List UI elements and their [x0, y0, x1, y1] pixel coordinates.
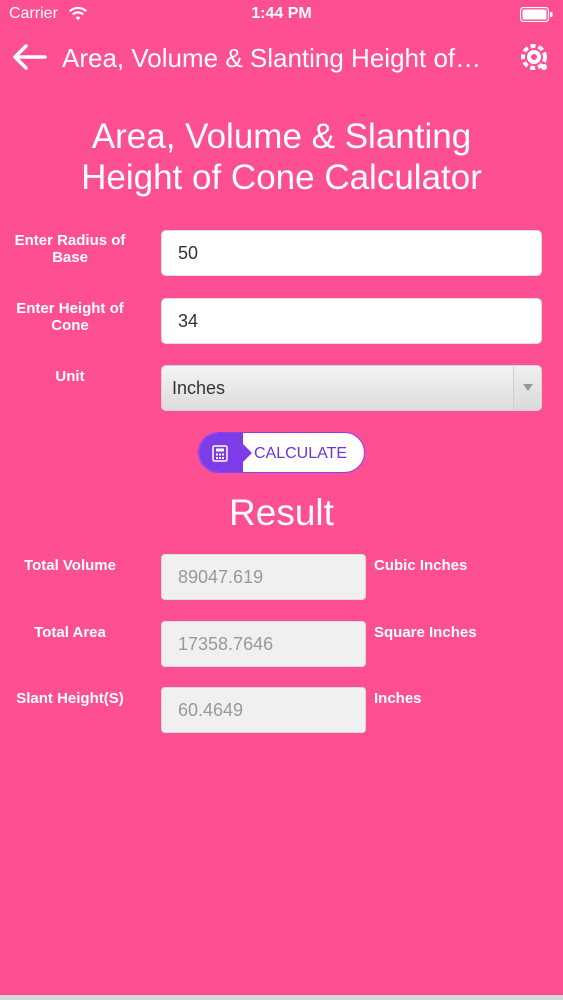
calculator-icon-container	[199, 433, 252, 472]
height-label-line2: Cone	[51, 317, 89, 334]
area-unit: Square Inches	[374, 624, 477, 641]
dropdown-arrow-icon	[513, 366, 541, 410]
battery-icon	[520, 7, 553, 22]
radius-label-line1: Enter Radius of	[14, 232, 126, 249]
nav-title: Area, Volume & Slanting Height of…	[62, 43, 482, 73]
bottom-divider	[0, 995, 563, 1000]
slant-height-label: Slant Height(S)	[16, 690, 124, 707]
radius-input[interactable]: 50	[161, 230, 542, 276]
calculate-button-label: CALCULATE	[254, 445, 348, 462]
page-title-line1: Area, Volume & Slanting	[91, 117, 472, 156]
area-output: 17358.7646	[161, 621, 366, 667]
height-input[interactable]: 34	[161, 298, 542, 344]
calculate-button[interactable]: CALCULATE	[198, 432, 365, 473]
height-label: Enter Height of Cone	[6, 300, 134, 334]
slant-height-output: 60.4649	[161, 687, 366, 733]
unit-select-value: Inches	[172, 378, 226, 398]
nav-bar: Area, Volume & Slanting Height of…	[0, 30, 563, 86]
volume-output: 89047.619	[161, 554, 366, 600]
unit-select[interactable]: Inches	[161, 365, 542, 411]
unit-label: Unit	[55, 368, 85, 385]
area-label: Total Area	[34, 624, 106, 641]
back-arrow-icon[interactable]	[12, 42, 48, 72]
height-label-line1: Enter Height of	[16, 300, 124, 317]
volume-label: Total Volume	[24, 557, 116, 574]
status-time: 1:44 PM	[251, 5, 312, 22]
page-title: Area, Volume & Slanting Height of Cone C…	[0, 116, 563, 198]
radius-label: Enter Radius of Base	[6, 232, 134, 266]
calculator-icon	[212, 445, 228, 462]
radius-label-line2: Base	[52, 249, 88, 266]
volume-unit: Cubic Inches	[374, 557, 468, 574]
slant-height-unit: Inches	[374, 690, 422, 707]
settings-gear-icon[interactable]	[517, 40, 551, 74]
result-title: Result	[229, 492, 334, 533]
page-title-line2: Height of Cone Calculator	[81, 158, 482, 197]
status-bar: Carrier 1:44 PM	[0, 0, 563, 30]
